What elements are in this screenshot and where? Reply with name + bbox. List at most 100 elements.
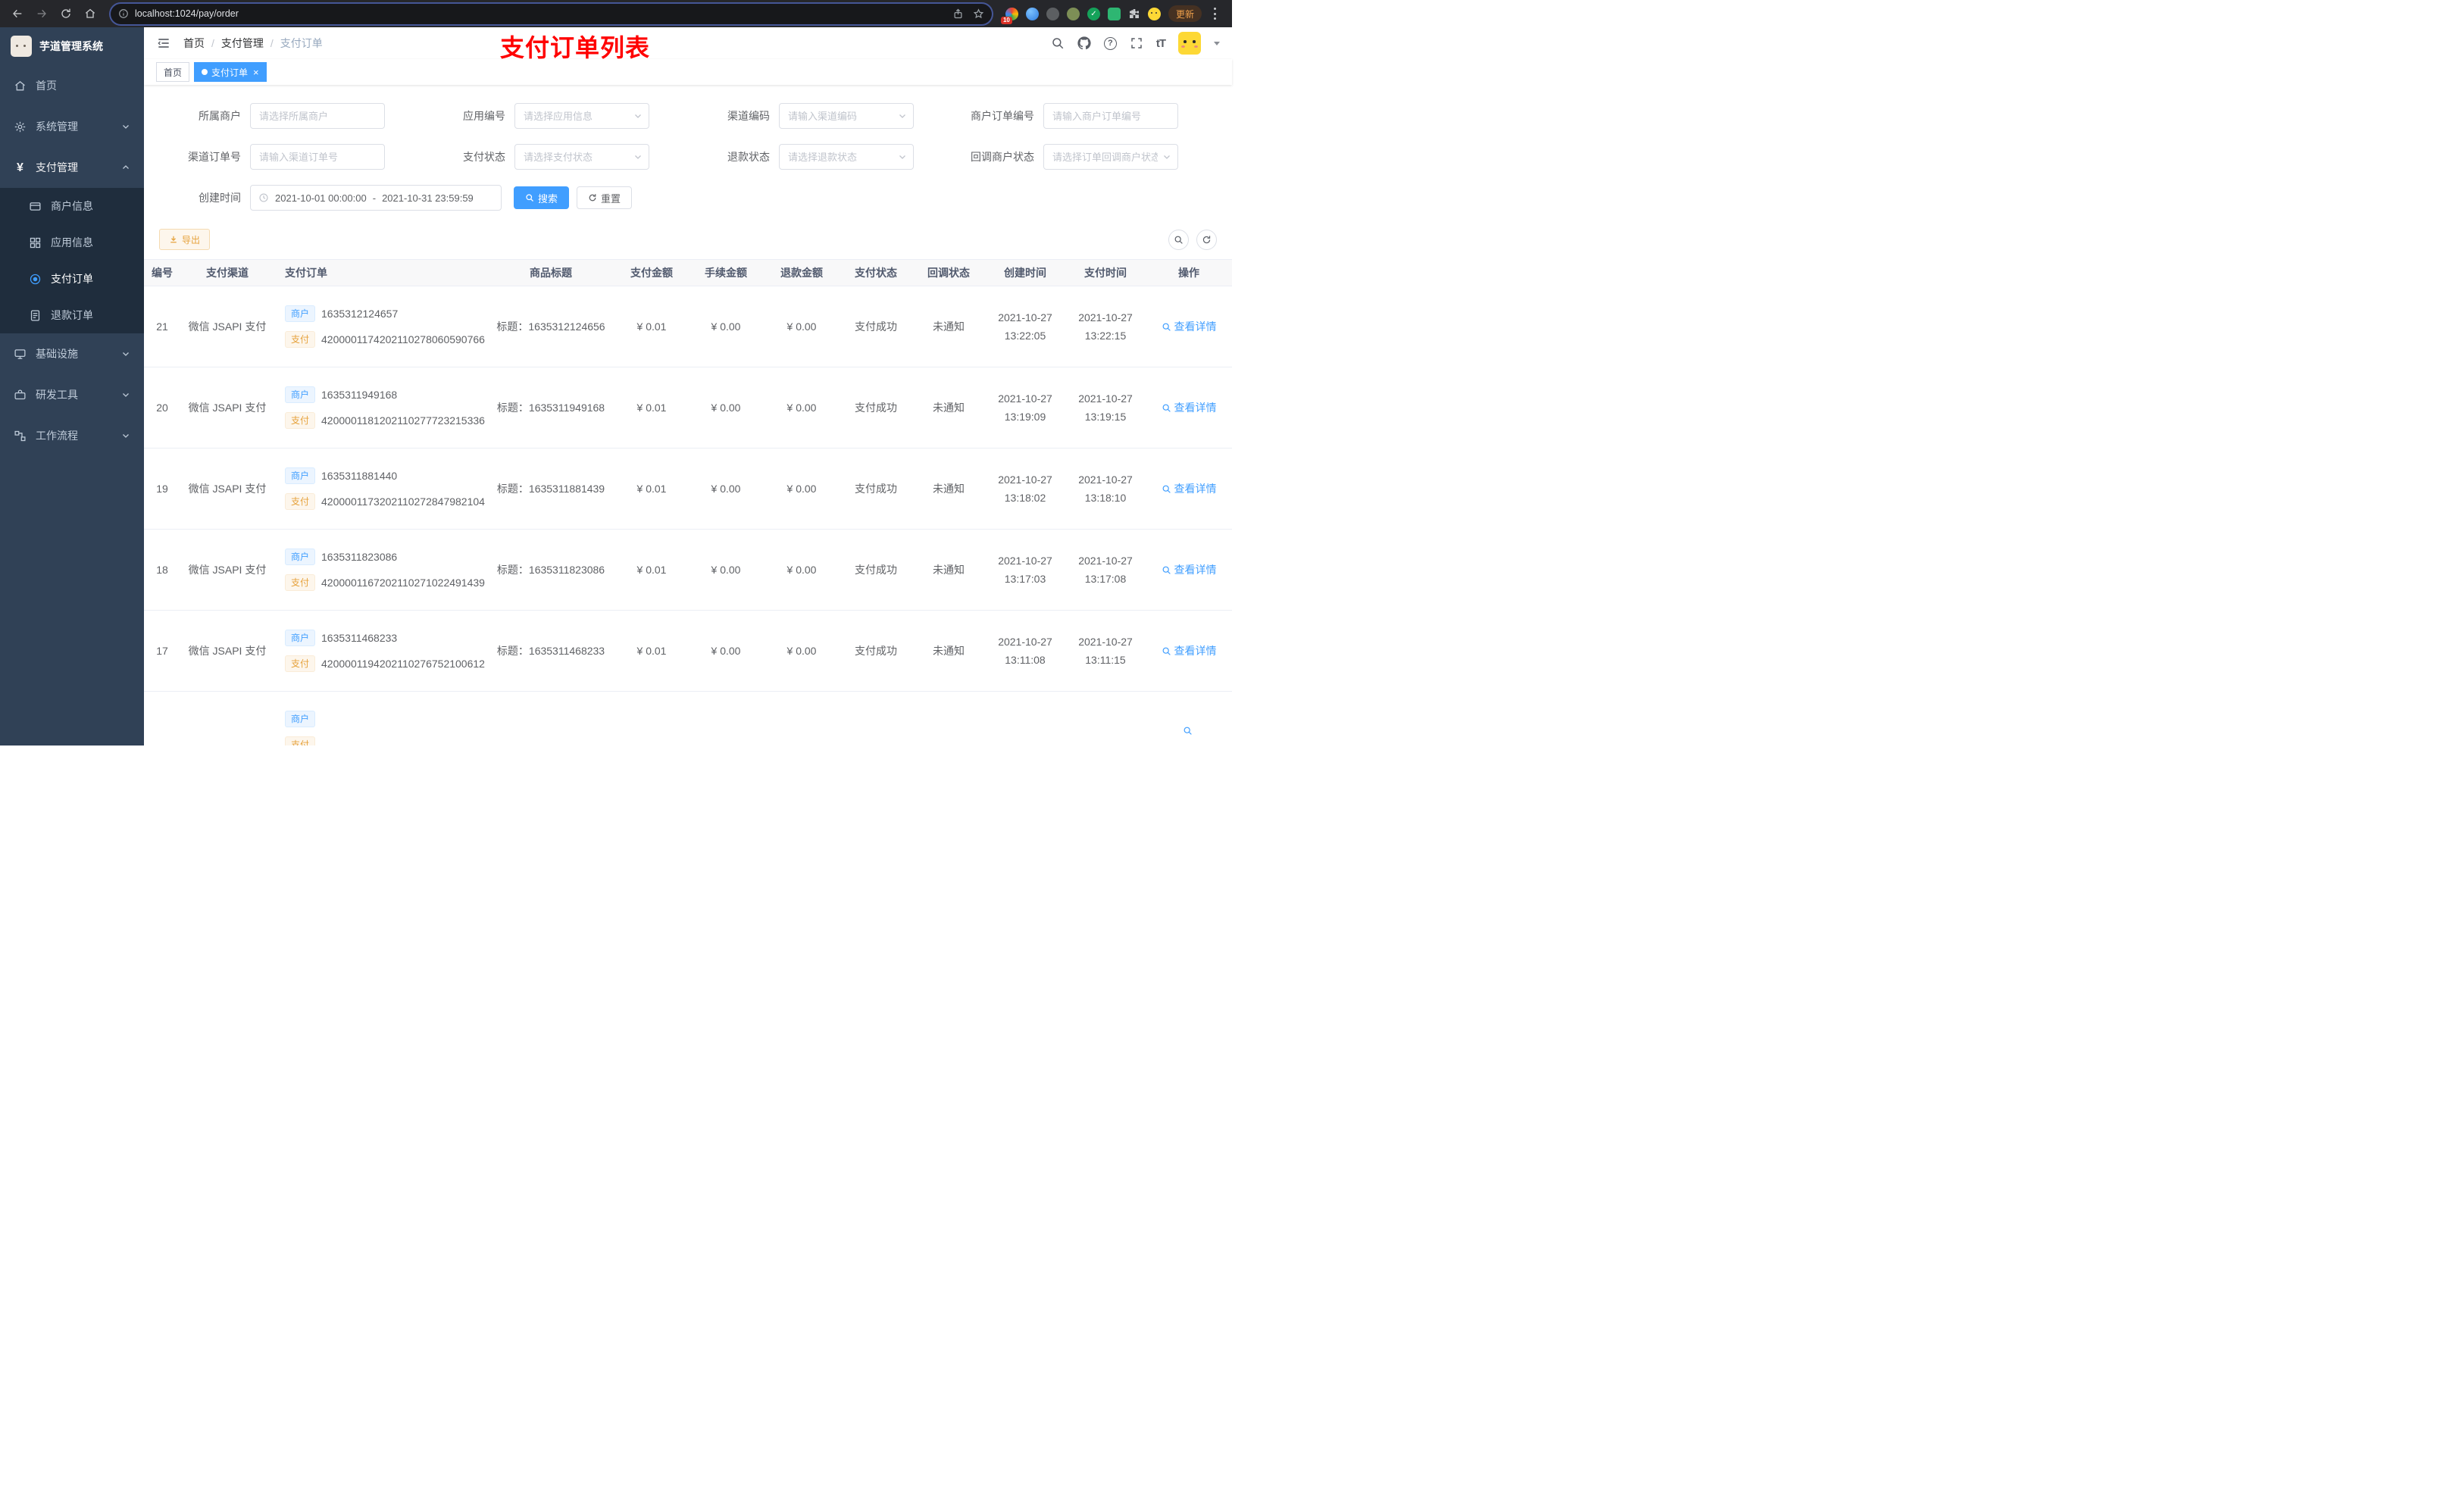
extension-icon[interactable] [1046,7,1059,20]
product-title: 标题：1635311881439 [496,483,605,495]
share-icon[interactable] [952,8,964,20]
sidebar-item-app-info[interactable]: 应用信息 [0,224,144,261]
notify-status: 未通知 [933,483,965,495]
col-order: 支付订单 [274,259,486,286]
sidebar: 芋道管理系统 首页 系统管理 ¥ 支付管理 商户信息 应用信息 支付订单 退款订… [0,27,144,746]
pay-status: 支付成功 [855,320,897,333]
notify-status-select[interactable] [1043,144,1178,170]
view-detail-link[interactable]: 查看详情 [1162,481,1217,496]
view-detail-link[interactable]: 查看详情 [1162,400,1217,415]
create-time: 2021-10-27 13:22:05 [998,311,1052,342]
pay-order-no: 4200001194202110276752100612 [321,658,485,670]
user-avatar[interactable] [1178,32,1201,55]
merchant-order-no-input[interactable] [1043,103,1178,129]
browser-menu-icon[interactable] [1214,8,1217,20]
fee-amount: ¥ 0.00 [711,564,741,576]
merchant-input[interactable] [250,103,385,129]
toggle-search-button[interactable] [1168,229,1189,250]
order-id: 19 [156,483,168,495]
extension-icon[interactable] [1066,7,1080,20]
date-range-picker[interactable]: 2021-10-01 00:00:00 - 2021-10-31 23:59:5… [250,185,502,211]
channel-order-no-input[interactable] [250,144,385,170]
extensions-puzzle-icon[interactable] [1128,8,1140,20]
sidebar-toggle-icon[interactable] [156,36,171,51]
browser-forward-button[interactable] [32,4,52,23]
notify-status: 未通知 [933,564,965,576]
merchant-tag: 商户 [285,630,316,646]
refund-amount: ¥ 0.00 [786,320,817,333]
sidebar-item-workflow[interactable]: 工作流程 [0,415,144,456]
font-size-icon[interactable]: tT [1156,37,1166,50]
view-detail-link[interactable]: 查看详情 [1162,562,1217,577]
close-tab-icon[interactable]: × [253,67,259,77]
pay-status: 支付成功 [855,402,897,414]
date-separator: - [372,192,377,204]
workflow-icon [14,430,26,441]
product-title: 标题：1635311949168 [496,402,605,414]
breadcrumb-home[interactable]: 首页 [183,36,205,51]
table-row: 18 微信 JSAPI 支付 商户 1635311823086 支付 42000… [144,529,1232,611]
table-row: 19 微信 JSAPI 支付 商户 1635311881440 支付 42000… [144,448,1232,530]
browser-home-button[interactable] [80,4,100,23]
pay-tag: 支付 [285,493,316,510]
profile-avatar-icon[interactable] [1147,7,1161,20]
sidebar-item-home[interactable]: 首页 [0,65,144,106]
home-icon [15,80,25,90]
header-actions: ? tT [1051,32,1220,55]
sidebar-item-refund-order[interactable]: 退款订单 [0,297,144,333]
export-button[interactable]: 导出 [159,229,211,250]
filter-channel-code: 渠道编码 [688,103,952,129]
chevron-down-icon [123,125,129,129]
notify-status: 未通知 [933,320,965,333]
col-channel: 支付渠道 [180,259,274,286]
sidebar-item-system[interactable]: 系统管理 [0,106,144,147]
tab-pay-order[interactable]: 支付订单 × [194,62,267,82]
reset-button[interactable]: 重置 [577,186,633,209]
channel-code-select[interactable] [779,103,914,129]
site-info-icon[interactable] [118,8,129,19]
sidebar-item-payment[interactable]: ¥ 支付管理 [0,147,144,188]
pay-amount: ¥ 0.01 [636,645,667,657]
create-time: 2021-10-27 13:19:09 [998,392,1052,423]
refund-status-select[interactable] [779,144,914,170]
refund-amount: ¥ 0.00 [786,564,817,576]
table-row: 20 微信 JSAPI 支付 商户 1635311949168 支付 42000… [144,367,1232,449]
search-button[interactable]: 搜索 [514,186,570,209]
url-bar[interactable]: localhost:1024/pay/order [111,3,992,24]
merchant-order-no: 1635312124657 [321,308,399,320]
search-icon[interactable] [1051,36,1065,50]
extension-icon[interactable]: ✓ [1087,7,1100,20]
bookmark-star-icon[interactable] [973,8,984,20]
extension-icon[interactable] [1025,7,1039,20]
product-title: 标题：1635312124656 [496,320,605,333]
sidebar-item-dev-tools[interactable]: 研发工具 [0,374,144,415]
browser-back-button[interactable] [8,4,27,23]
pay-channel: 微信 JSAPI 支付 [188,564,267,576]
extension-icon[interactable]: 10 [1000,7,1018,24]
chevron-down-icon [123,434,129,438]
order-id: 21 [156,320,168,333]
help-icon[interactable]: ? [1103,36,1117,50]
magnifier-icon [1162,323,1171,331]
view-detail-link[interactable]: 查看详情 [1162,319,1217,334]
sidebar-item-merchant-info[interactable]: 商户信息 [0,188,144,224]
extension-icon[interactable] [1107,7,1121,20]
sidebar-item-pay-order[interactable]: 支付订单 [0,261,144,297]
app-select[interactable] [514,103,649,129]
refresh-table-button[interactable] [1196,229,1217,250]
user-menu-caret-icon[interactable] [1214,41,1220,45]
pay-amount: ¥ 0.01 [636,564,667,576]
view-detail-link[interactable] [1183,726,1196,736]
view-detail-link[interactable]: 查看详情 [1162,643,1217,658]
browser-update-button[interactable]: 更新 [1168,5,1202,22]
github-icon[interactable] [1077,36,1091,50]
sidebar-item-infrastructure[interactable]: 基础设施 [0,333,144,374]
fullscreen-icon[interactable] [1130,36,1143,50]
pay-status-select[interactable] [514,144,649,170]
merchant-order-no: 1635311949168 [321,389,398,401]
order-id: 17 [156,645,168,657]
browser-reload-button[interactable] [56,4,76,23]
logo[interactable]: 芋道管理系统 [0,27,144,65]
breadcrumb-payment[interactable]: 支付管理 [221,36,264,51]
tab-home[interactable]: 首页 [156,62,190,82]
